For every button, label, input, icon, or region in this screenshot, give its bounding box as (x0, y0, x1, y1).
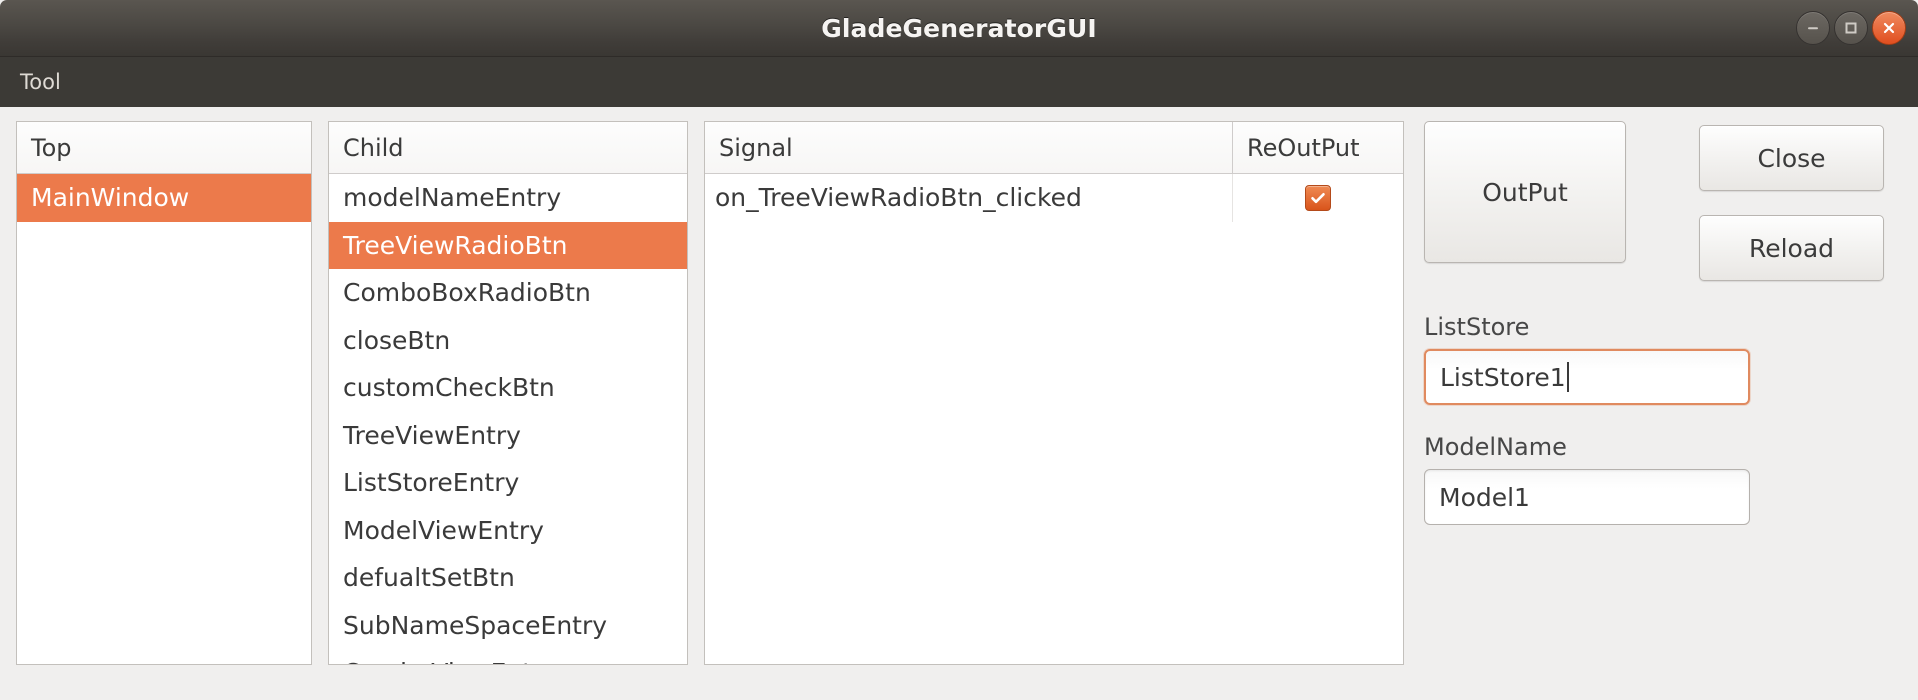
child-column-header-label: Child (343, 133, 404, 162)
menu-item-tool[interactable]: Tool (12, 66, 69, 98)
list-item-label: defualtSetBtn (343, 563, 515, 593)
signal-name-cell: on_TreeViewRadioBtn_clicked (705, 174, 1233, 222)
check-icon (1311, 192, 1325, 203)
titlebar: GladeGeneratorGUI (0, 0, 1918, 57)
close-icon (1883, 22, 1895, 34)
list-item[interactable]: ModelViewEntry (329, 507, 687, 555)
signal-column-header-label: Signal (705, 122, 1233, 173)
list-item-label: TreeViewRadioBtn (343, 230, 568, 260)
list-item-label: SubNameSpaceEntry (343, 610, 608, 640)
reload-button[interactable]: Reload (1699, 215, 1884, 281)
list-item[interactable]: ComboBoxRadioBtn (329, 269, 687, 317)
list-item-label: ModelViewEntry (343, 515, 544, 545)
list-item-label: ComboViewEntry (343, 658, 557, 664)
window-title: GladeGeneratorGUI (821, 13, 1097, 43)
list-item[interactable]: ListStoreEntry (329, 459, 687, 507)
top-list-panel: Top MainWindow (16, 121, 312, 665)
list-item[interactable]: defualtSetBtn (329, 554, 687, 602)
modelname-label: ModelName (1424, 433, 1567, 461)
modelname-input[interactable]: Model1 (1424, 469, 1750, 525)
list-item-label: customCheckBtn (343, 373, 555, 403)
child-list-panel: Child modelNameEntry TreeViewRadioBtn Comb… (328, 121, 688, 665)
liststore-label: ListStore (1424, 313, 1530, 341)
output-button[interactable]: OutPut (1424, 121, 1626, 263)
liststore-input[interactable]: ListStore1 (1424, 349, 1750, 405)
main-content: Top MainWindow Child modelNameEntry TreeV… (0, 107, 1918, 700)
modelname-input-value: Model1 (1439, 482, 1530, 512)
minimize-icon (1808, 27, 1818, 30)
reoutput-cell[interactable] (1233, 174, 1403, 222)
top-list-header: Top (17, 122, 311, 174)
list-item[interactable]: ComboViewEntry (329, 649, 687, 664)
liststore-input-value: ListStore1 (1440, 362, 1566, 392)
list-item[interactable]: SubNameSpaceEntry (329, 602, 687, 650)
list-item[interactable]: MainWindow (17, 174, 311, 222)
list-item-label: modelNameEntry (343, 183, 562, 213)
list-item-label: ComboBoxRadioBtn (343, 278, 591, 308)
list-item[interactable]: closeBtn (329, 317, 687, 365)
list-item[interactable]: TreeViewEntry (329, 412, 687, 460)
top-list-body[interactable]: MainWindow (17, 174, 311, 664)
application-window: GladeGeneratorGUI Tool Top MainWindow Ch… (0, 0, 1918, 700)
close-window-button[interactable] (1872, 11, 1906, 45)
reoutput-checkbox[interactable] (1305, 184, 1331, 211)
right-control-column: OutPut Close Reload ListStore ListStore1… (1404, 121, 1902, 665)
window-controls (1796, 0, 1906, 56)
top-column-header-label: Top (31, 133, 72, 162)
close-button[interactable]: Close (1699, 125, 1884, 191)
list-item[interactable]: TreeViewRadioBtn (329, 221, 687, 269)
minimize-button[interactable] (1796, 11, 1830, 45)
table-row[interactable]: on_TreeViewRadioBtn_clicked (705, 174, 1403, 222)
list-item[interactable]: customCheckBtn (329, 364, 687, 412)
list-item-label: ListStoreEntry (343, 468, 520, 498)
list-item[interactable]: modelNameEntry (329, 174, 687, 222)
signal-table-panel: Signal ReOutPut on_TreeViewRadioBtn_clic… (704, 121, 1404, 665)
maximize-icon (1845, 22, 1857, 34)
list-item-label: closeBtn (343, 325, 451, 355)
signal-table-body[interactable]: on_TreeViewRadioBtn_clicked (705, 174, 1403, 664)
list-item-label: TreeViewEntry (343, 420, 521, 450)
menubar: Tool (0, 57, 1918, 107)
list-item-label: MainWindow (31, 183, 190, 213)
text-cursor (1566, 362, 1569, 392)
child-list-body[interactable]: modelNameEntry TreeViewRadioBtn ComboBoxRa… (329, 174, 687, 664)
maximize-button[interactable] (1834, 11, 1868, 45)
reoutput-column-header-label: ReOutPut (1247, 133, 1360, 162)
signal-table-header: Signal ReOutPut (705, 122, 1403, 174)
child-list-header: Child (329, 122, 687, 174)
